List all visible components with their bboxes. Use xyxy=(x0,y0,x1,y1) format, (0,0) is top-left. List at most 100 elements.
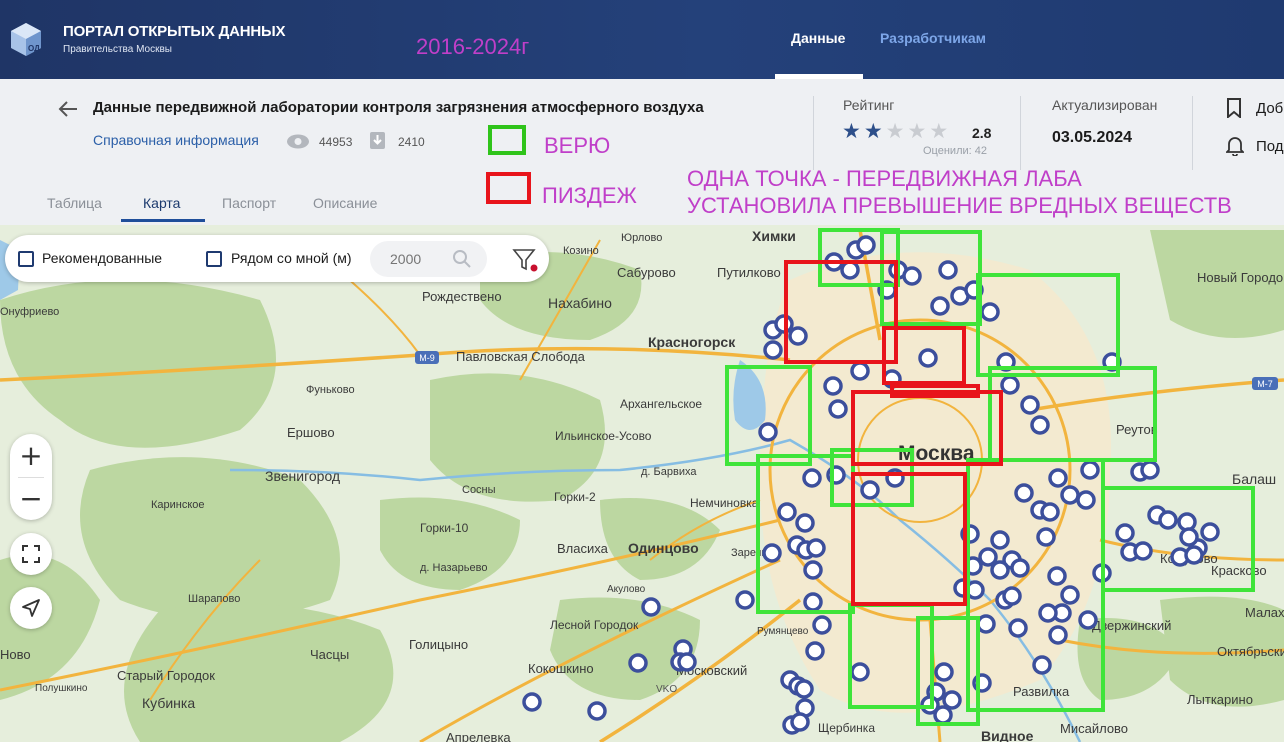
nav-data[interactable]: Данные xyxy=(791,30,845,46)
rating-star[interactable]: ★ xyxy=(907,121,926,142)
lab-marker[interactable] xyxy=(795,513,815,533)
lab-marker[interactable] xyxy=(934,662,954,682)
lab-marker[interactable] xyxy=(1080,460,1100,480)
rating-star[interactable]: ★ xyxy=(886,121,905,142)
lab-marker[interactable] xyxy=(938,260,958,280)
lab-marker[interactable] xyxy=(803,592,823,612)
lab-marker[interactable] xyxy=(978,547,998,567)
recommended-checkbox[interactable] xyxy=(18,251,34,267)
rating-value: 2.8 xyxy=(972,125,992,141)
lab-marker[interactable] xyxy=(677,652,697,672)
rating-star[interactable]: ★ xyxy=(929,121,948,142)
tab-passport[interactable]: Паспорт xyxy=(222,195,276,211)
lab-marker[interactable] xyxy=(1140,460,1160,480)
lab-marker[interactable] xyxy=(1010,558,1030,578)
lab-marker[interactable] xyxy=(735,590,755,610)
lab-marker[interactable] xyxy=(1036,527,1056,547)
lab-marker[interactable] xyxy=(1078,610,1098,630)
fullscreen-button[interactable] xyxy=(10,533,52,575)
bookmark-action[interactable]: Доб xyxy=(1256,100,1283,117)
map-view[interactable]: М-9 М-7 Химки Козино Юрлово Сабурово Путилко… xyxy=(0,225,1284,742)
lab-marker[interactable] xyxy=(1020,395,1040,415)
lab-marker[interactable] xyxy=(641,597,661,617)
lab-marker[interactable] xyxy=(763,340,783,360)
back-arrow-icon[interactable] xyxy=(58,100,78,118)
rating-stars[interactable]: ★ ★ ★ ★ ★ xyxy=(842,121,948,142)
portal-logo-icon[interactable]: ОД xyxy=(10,22,42,56)
lab-marker[interactable] xyxy=(628,653,648,673)
lab-marker[interactable] xyxy=(1047,566,1067,586)
lab-marker[interactable] xyxy=(1115,523,1135,543)
lab-marker[interactable] xyxy=(990,530,1010,550)
lab-marker[interactable] xyxy=(806,538,826,558)
lab-marker[interactable] xyxy=(990,560,1010,580)
lab-marker[interactable] xyxy=(788,326,808,346)
lab-marker[interactable] xyxy=(1002,586,1022,606)
nav-developers[interactable]: Разработчикам xyxy=(880,30,986,46)
near-me-label[interactable]: Рядом со мной (м) xyxy=(231,250,352,266)
lab-marker[interactable] xyxy=(1032,655,1052,675)
lab-marker[interactable] xyxy=(587,701,607,721)
lab-marker[interactable] xyxy=(976,614,996,634)
lab-marker[interactable] xyxy=(840,260,860,280)
lab-marker[interactable] xyxy=(805,641,825,661)
tab-description[interactable]: Описание xyxy=(313,195,377,211)
place-label: Ершово xyxy=(287,425,335,440)
rating-star[interactable]: ★ xyxy=(842,121,861,142)
lab-marker[interactable] xyxy=(823,376,843,396)
lab-marker[interactable] xyxy=(1200,522,1220,542)
lab-marker[interactable] xyxy=(790,712,810,732)
lab-marker[interactable] xyxy=(850,361,870,381)
lab-marker[interactable] xyxy=(1030,415,1050,435)
lab-marker[interactable] xyxy=(930,296,950,316)
lab-marker[interactable] xyxy=(933,705,953,725)
lab-marker[interactable] xyxy=(850,662,870,682)
lab-marker[interactable] xyxy=(1076,490,1096,510)
lab-marker[interactable] xyxy=(1000,375,1020,395)
lab-marker[interactable] xyxy=(980,302,1000,322)
zoom-out-button[interactable]: − xyxy=(10,477,52,520)
lab-marker[interactable] xyxy=(942,690,962,710)
lab-marker[interactable] xyxy=(794,679,814,699)
lab-marker[interactable] xyxy=(1060,485,1080,505)
lab-marker[interactable] xyxy=(1158,510,1178,530)
tab-map[interactable]: Карта xyxy=(143,195,180,211)
bookmark-icon[interactable] xyxy=(1226,98,1242,118)
map-canvas[interactable]: М-9 М-7 Химки Козино Юрлово Сабурово Путилко… xyxy=(0,225,1284,742)
lab-marker[interactable] xyxy=(1048,625,1068,645)
lab-marker[interactable] xyxy=(522,692,542,712)
rating-star[interactable]: ★ xyxy=(864,121,883,142)
zoom-in-button[interactable]: + xyxy=(10,434,52,477)
lab-marker[interactable] xyxy=(1038,603,1058,623)
lab-marker[interactable] xyxy=(803,560,823,580)
tab-table[interactable]: Таблица xyxy=(47,195,102,211)
lab-marker[interactable] xyxy=(1008,618,1028,638)
lab-marker[interactable] xyxy=(1014,483,1034,503)
filter-funnel-icon[interactable] xyxy=(512,247,539,274)
search-icon[interactable] xyxy=(452,249,472,269)
lab-marker[interactable] xyxy=(812,615,832,635)
reference-info-link[interactable]: Справочная информация xyxy=(93,132,259,148)
near-me-checkbox[interactable] xyxy=(206,251,222,267)
lab-marker[interactable] xyxy=(1060,585,1080,605)
lab-marker[interactable] xyxy=(802,468,822,488)
recommended-label[interactable]: Рекомендованные xyxy=(42,250,162,266)
lab-marker[interactable] xyxy=(1048,468,1068,488)
lab-marker[interactable] xyxy=(918,348,938,368)
lab-marker[interactable] xyxy=(902,266,922,286)
lab-marker[interactable] xyxy=(828,399,848,419)
lab-marker[interactable] xyxy=(1184,545,1204,565)
lab-marker[interactable] xyxy=(1133,541,1153,561)
subscribe-action[interactable]: Под xyxy=(1256,138,1284,155)
lab-marker[interactable] xyxy=(860,480,880,500)
locate-me-button[interactable] xyxy=(10,587,52,629)
lab-marker[interactable] xyxy=(762,543,782,563)
bell-icon[interactable] xyxy=(1226,136,1244,156)
lab-marker[interactable] xyxy=(758,422,778,442)
lab-marker[interactable] xyxy=(1179,527,1199,547)
lab-marker[interactable] xyxy=(777,502,797,522)
lab-marker[interactable] xyxy=(856,235,876,255)
place-label: Румянцево xyxy=(757,626,809,637)
brand-title[interactable]: ПОРТАЛ ОТКРЫТЫХ ДАННЫХ xyxy=(63,23,286,40)
lab-marker[interactable] xyxy=(1040,502,1060,522)
